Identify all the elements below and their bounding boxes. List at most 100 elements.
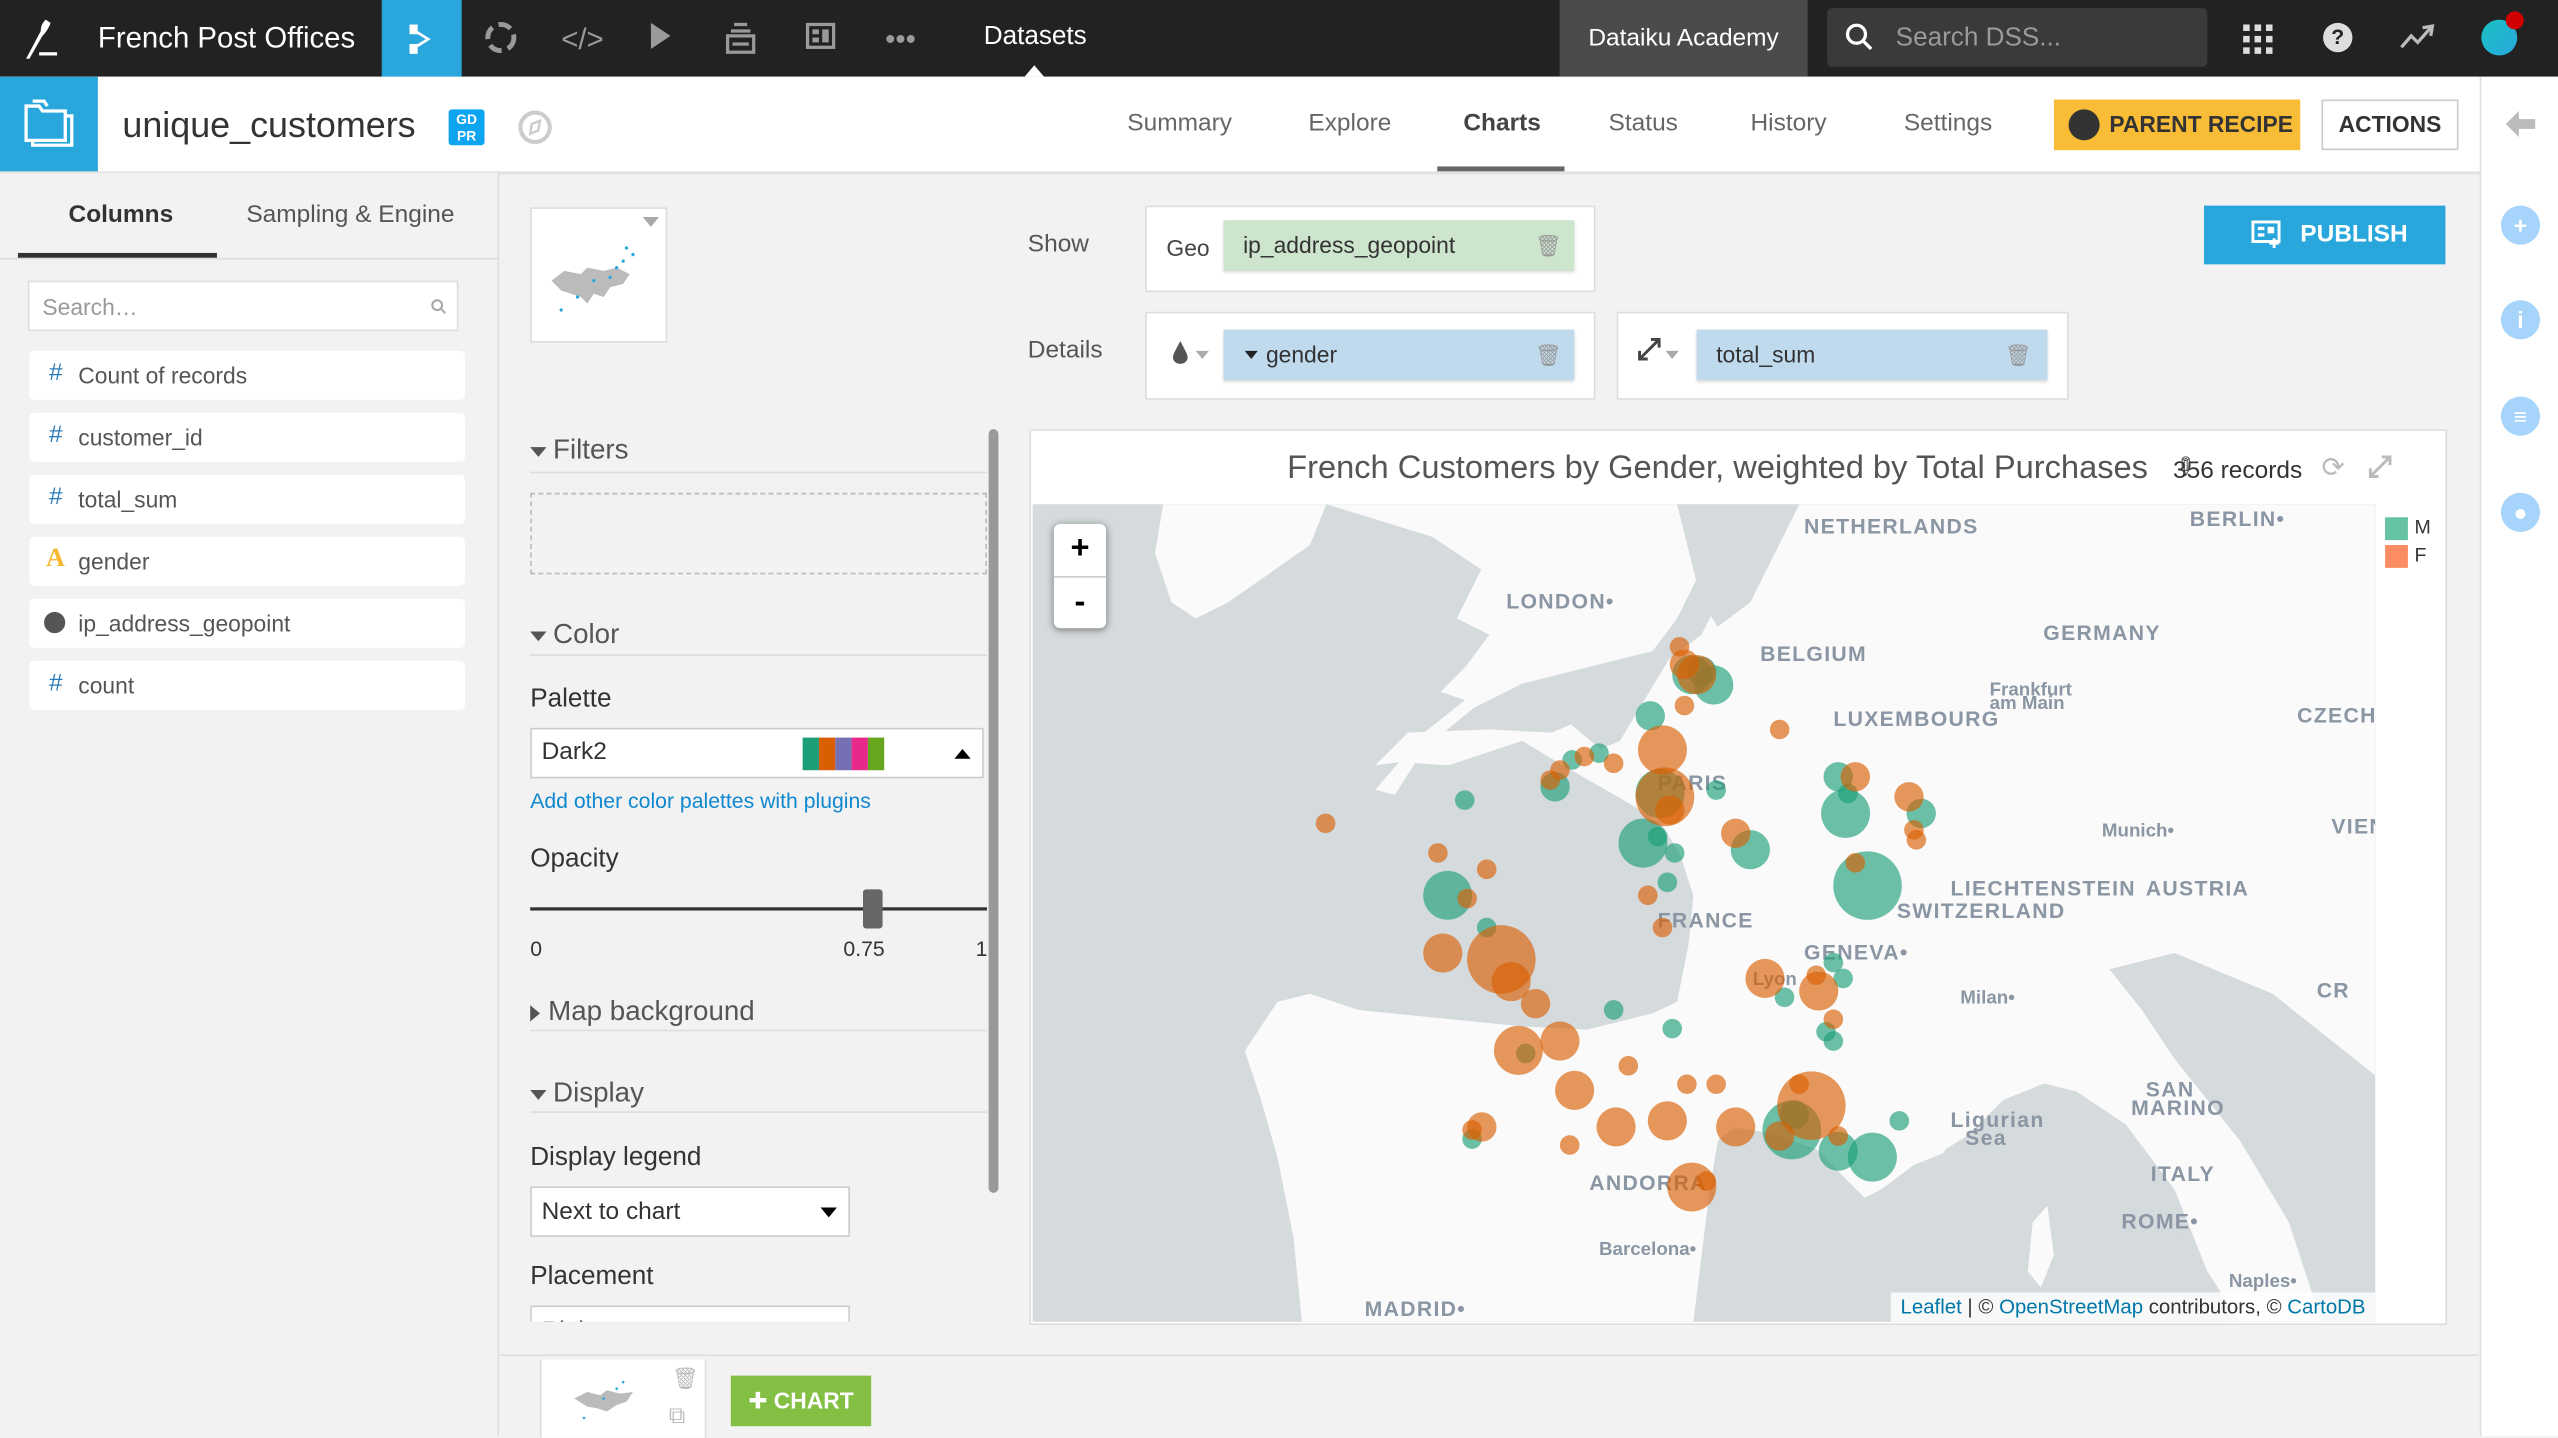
map-point-m[interactable] [1664,843,1685,863]
palette-plugins-link[interactable]: Add other color palettes with plugins [530,788,871,812]
trash-icon[interactable]: 🗑 [1535,330,1562,381]
openstreetmap-link[interactable]: OpenStreetMap [1999,1296,2143,1319]
caret-down-icon[interactable] [1244,350,1258,360]
map-background-section-header[interactable]: Map background [530,995,755,1028]
publish-button[interactable]: PUBLISH [2203,205,2446,265]
refresh-icon[interactable]: ⟳ [2321,452,2344,485]
color-section-header[interactable]: Color [530,618,619,651]
compass-icon[interactable] [517,109,553,153]
column-item[interactable]: A gender [29,536,465,586]
map-point-f[interactable] [1823,1009,1844,1030]
map-point-f[interactable] [1677,655,1717,695]
chevron-down-icon[interactable] [1665,350,1679,360]
map-canvas[interactable]: LONDON• NETHERLANDS BERLIN• BELGIUM GERMANY L… [1033,504,2376,1322]
tab-explore[interactable]: Explore [1308,109,1391,137]
size-field-pill[interactable]: total_sum 🗑 [1696,329,2048,381]
global-search[interactable] [1827,8,2208,67]
map-point-f[interactable] [1655,795,1685,825]
chart-title[interactable]: French Customers by Gender, weighted by … [1287,450,2148,488]
trash-icon[interactable]: 🗑 [2005,330,2032,381]
map-point-m[interactable] [1889,1111,1910,1131]
gdpr-badge[interactable]: GD PR [448,109,485,146]
filters-section-header[interactable]: Filters [530,434,629,467]
size-expand-arrows-icon[interactable] [1636,336,1662,370]
tab-charts[interactable]: Charts [1463,109,1541,137]
config-panel-scrollbar[interactable] [988,429,999,1193]
map-point-f[interactable] [1721,818,1751,848]
map-point-f[interactable] [1894,782,1924,812]
zoom-in-button[interactable]: + [1053,524,1107,578]
map-point-m[interactable] [1847,1132,1897,1182]
map-point-f[interactable] [1638,885,1658,906]
map-point-m[interactable] [1647,826,1668,847]
help-icon[interactable]: ? [2323,22,2353,53]
zoom-out-button[interactable]: - [1054,578,1106,630]
add-plus-icon[interactable]: + [2500,205,2541,245]
code-icon[interactable]: </> [561,20,603,59]
dashboard-icon[interactable] [801,20,840,59]
map-point-f[interactable] [1716,1107,1756,1147]
map-point-m[interactable] [1821,788,1871,838]
column-item[interactable]: # count [29,660,465,710]
activity-trend-icon[interactable] [2400,23,2436,61]
add-chart-button[interactable]: ✚ CHART [730,1375,872,1427]
map-point-f[interactable] [1696,1171,1717,1191]
map-point-m[interactable] [1657,872,1678,893]
map-point-f[interactable] [1574,746,1595,767]
current-section-datasets[interactable]: Datasets [984,23,1087,52]
map-point-f[interactable] [1677,1074,1697,1095]
dataiku-logo-icon[interactable] [16,13,65,62]
legend-item-f[interactable]: F [2385,543,2431,568]
map-point-f[interactable] [1764,1121,1795,1151]
chart-tab-thumbnail[interactable]: 🗑 ⧉ [539,1359,707,1438]
map-point-m[interactable] [1454,790,1475,810]
parent-recipe-button[interactable]: PARENT RECIPE [2053,99,2301,151]
sidebar-tab-columns[interactable]: Columns [69,201,174,229]
map-point-f[interactable] [1428,843,1448,863]
chevron-down-icon[interactable] [1195,350,1209,360]
info-icon[interactable]: i [2500,300,2541,340]
tab-status[interactable]: Status [1609,109,1678,137]
lab-icon[interactable] [481,20,520,59]
map-point-f[interactable] [1769,719,1790,740]
trash-icon[interactable]: 🗑 [1535,220,1562,271]
color-drop-icon[interactable] [1172,341,1188,372]
map-point-f[interactable] [1799,971,1839,1011]
discussions-chat-icon[interactable]: ● [2500,492,2541,532]
placement-select[interactable]: Right [530,1305,850,1322]
map-point-f[interactable] [1906,830,1927,850]
column-search[interactable] [27,280,459,332]
map-point-f[interactable] [1559,1135,1580,1155]
map-point-f[interactable] [1674,695,1695,716]
fullscreen-expand-icon[interactable] [2367,454,2393,488]
jobs-play-icon[interactable] [641,20,680,59]
map-point-f[interactable] [1596,1107,1636,1147]
map-point-f[interactable] [1315,813,1336,834]
map-point-f[interactable] [1638,725,1687,775]
instance-label[interactable]: Dataiku Academy [1559,0,1808,77]
sidebar-tab-sampling-engine[interactable]: Sampling & Engine [246,201,454,229]
tab-summary[interactable]: Summary [1127,109,1232,137]
map-point-f[interactable] [1555,1070,1595,1110]
opacity-slider-handle[interactable] [863,889,883,929]
map-point-f[interactable] [1706,1074,1726,1095]
actions-button[interactable]: ACTIONS [2321,99,2459,151]
map-point-f[interactable] [1520,988,1551,1019]
display-section-header[interactable]: Display [530,1077,644,1110]
legend-item-m[interactable]: M [2385,516,2431,540]
map-point-m[interactable] [1662,1018,1683,1039]
leaflet-link[interactable]: Leaflet [1901,1296,1962,1319]
map-point-f[interactable] [1840,762,1871,792]
map-point-f[interactable] [1540,1021,1580,1061]
filters-drop-zone[interactable] [530,492,987,575]
palette-select[interactable]: Dark2 [530,727,984,779]
map-point-m[interactable] [1833,851,1902,920]
deployer-icon[interactable] [721,20,760,59]
color-field-pill[interactable]: gender 🗑 [1223,329,1575,381]
apps-grid-icon[interactable] [2242,23,2275,64]
flow-button[interactable] [381,0,462,77]
global-search-input[interactable] [1892,19,2193,59]
map-point-f[interactable] [1476,859,1497,880]
column-item[interactable]: ip_address_geopoint [29,598,465,648]
schema-list-icon[interactable]: ≡ [2500,396,2541,436]
